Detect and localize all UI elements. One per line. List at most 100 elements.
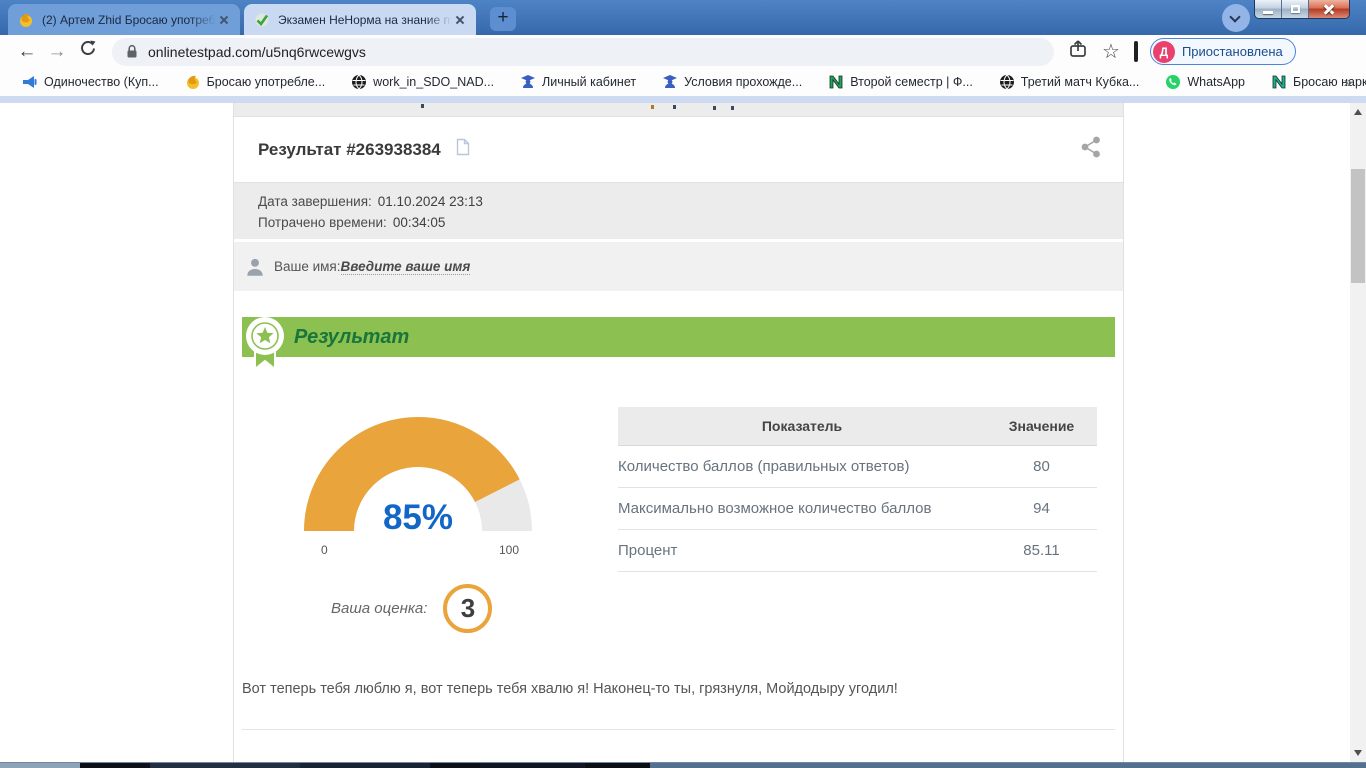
cutoff-page-title bbox=[234, 103, 1123, 117]
tab-messenger[interactable]: (2) Артем Zhid Бросаю употребл bbox=[8, 4, 240, 35]
name-label: Ваше имя: bbox=[274, 259, 341, 274]
minimize-button[interactable] bbox=[1255, 0, 1282, 18]
share-nodes-icon bbox=[1079, 135, 1103, 159]
back-button[interactable]: ← bbox=[12, 41, 42, 63]
reload-icon bbox=[79, 40, 96, 57]
rosette-badge-icon bbox=[243, 313, 287, 373]
completion-date-row: Дата завершения: 01.10.2024 23:13 bbox=[258, 191, 1099, 212]
n-letter-icon bbox=[1271, 74, 1287, 90]
bookmarks-overflow-button[interactable]: » bbox=[1344, 74, 1352, 91]
row-value: 85.11 bbox=[986, 529, 1097, 571]
tab-title: (2) Артем Zhid Бросаю употребл bbox=[42, 13, 216, 27]
info-value: 01.10.2024 23:13 bbox=[378, 194, 483, 209]
time-spent-row: Потрачено времени: 00:34:05 bbox=[258, 212, 1099, 233]
result-body: 85% 0 100 Показатель Значение Количество… bbox=[234, 357, 1123, 572]
n-letter-icon bbox=[828, 74, 844, 90]
scroll-down-icon[interactable] bbox=[1354, 750, 1362, 756]
table-row: Максимально возможное количество баллов … bbox=[618, 487, 1097, 529]
grade-badge: 3 bbox=[443, 584, 492, 633]
lock-icon bbox=[126, 44, 138, 59]
bookmark-item[interactable]: Третий матч Кубка... bbox=[999, 74, 1140, 90]
completion-info: Дата завершения: 01.10.2024 23:13 Потраче… bbox=[234, 182, 1123, 239]
side-panel-icon bbox=[1134, 41, 1138, 62]
browser-toolbar: ← → onlinetestpad.com/u5nq6rwcewgvs ☆ Д … bbox=[0, 35, 1366, 68]
bookmark-item[interactable]: Второй семестр | Ф... bbox=[828, 74, 973, 90]
megaphone-icon bbox=[22, 74, 38, 90]
person-icon bbox=[244, 256, 266, 278]
name-input-placeholder[interactable]: Введите ваше имя bbox=[341, 259, 471, 275]
tab-close-icon[interactable] bbox=[216, 12, 232, 28]
student-icon bbox=[662, 74, 678, 90]
row-value: 80 bbox=[986, 445, 1097, 487]
avatar: Д bbox=[1153, 41, 1175, 63]
gauge-chart: 85% 0 100 bbox=[303, 414, 533, 572]
share-icon bbox=[1068, 39, 1088, 59]
bookmark-star-button[interactable]: ☆ bbox=[1102, 39, 1120, 64]
bookmark-item[interactable]: Одиночество (Куп... bbox=[22, 74, 159, 90]
close-window-button[interactable] bbox=[1309, 0, 1349, 18]
row-label: Максимально возможное количество баллов bbox=[618, 487, 986, 529]
whatsapp-icon bbox=[1165, 74, 1181, 90]
sync-status-label: Приостановлена bbox=[1182, 44, 1283, 59]
info-label: Потрачено времени: bbox=[258, 215, 387, 230]
bookmarks-bar: Одиночество (Куп... Бросаю употребле... … bbox=[0, 68, 1366, 96]
table-row: Количество баллов (правильных ответов) 8… bbox=[618, 445, 1097, 487]
globe-icon bbox=[999, 74, 1015, 90]
window-controls bbox=[1254, 0, 1350, 19]
feedback-text: Вот теперь тебя люблю я, вот теперь тебя… bbox=[242, 681, 1115, 697]
grade-label: Ваша оценка: bbox=[331, 600, 427, 617]
gauge-ticks: 0 100 bbox=[303, 538, 533, 557]
bookmark-item[interactable]: work_in_SDO_NAD... bbox=[351, 74, 494, 90]
bookmark-item[interactable]: Личный кабинет bbox=[520, 74, 636, 90]
chevron-down-icon bbox=[1229, 11, 1240, 22]
scroll-up-icon[interactable] bbox=[1354, 109, 1362, 115]
taskbar-edge bbox=[0, 762, 1366, 768]
reload-button[interactable] bbox=[72, 40, 102, 63]
copy-result-id-button[interactable] bbox=[455, 138, 470, 161]
table-header-row: Показатель Значение bbox=[618, 407, 1097, 445]
result-page: Результат #263938384 Дата завершения: 01.… bbox=[233, 103, 1124, 762]
globe-icon bbox=[351, 74, 367, 90]
tab-search-button[interactable] bbox=[1222, 4, 1250, 32]
banner-title: Результат bbox=[242, 317, 1115, 357]
address-bar[interactable]: onlinetestpad.com/u5nq6rwcewgvs bbox=[112, 38, 1054, 66]
info-label: Дата завершения: bbox=[258, 194, 372, 209]
cutoff-title-fragments bbox=[421, 104, 424, 108]
student-icon bbox=[520, 74, 536, 90]
row-value: 94 bbox=[986, 487, 1097, 529]
browser-titlebar: (2) Артем Zhid Бросаю употребл Экзамен Н… bbox=[0, 0, 1366, 35]
bookmark-item[interactable]: Условия прохожде... bbox=[662, 74, 802, 90]
table-header-value: Значение bbox=[986, 407, 1097, 445]
scrollbar-thumb[interactable] bbox=[1351, 169, 1365, 283]
share-result-button[interactable] bbox=[1079, 135, 1103, 164]
tab-onlinetestpad[interactable]: Экзамен НеНорма на знание пр bbox=[244, 4, 476, 35]
messenger-icon bbox=[185, 74, 201, 90]
page-title: Результат #263938384 bbox=[258, 140, 441, 160]
info-value: 00:34:05 bbox=[393, 215, 446, 230]
tab-title: Экзамен НеНорма на знание пр bbox=[278, 13, 452, 27]
maximize-button[interactable] bbox=[1282, 0, 1309, 18]
bookmark-item[interactable]: WhatsApp bbox=[1165, 74, 1245, 90]
forward-button[interactable]: → bbox=[42, 41, 72, 63]
bookmark-item[interactable]: Бросаю употребле... bbox=[185, 74, 326, 90]
testpad-icon bbox=[254, 12, 270, 28]
table-row: Процент 85.11 bbox=[618, 529, 1097, 571]
profile-chip[interactable]: Д Приостановлена bbox=[1150, 38, 1296, 65]
gauge-min-label: 0 bbox=[321, 543, 328, 557]
page-scrollbar[interactable] bbox=[1350, 103, 1366, 762]
new-tab-button[interactable]: + bbox=[490, 7, 516, 31]
result-header: Результат #263938384 bbox=[234, 117, 1123, 182]
gauge-center-label: 85% bbox=[303, 498, 533, 538]
chrome-bottom-strip bbox=[0, 96, 1366, 103]
tab-close-icon[interactable] bbox=[452, 12, 468, 28]
row-label: Процент bbox=[618, 529, 986, 571]
grade-row: Ваша оценка: 3 bbox=[331, 584, 1123, 633]
share-page-button[interactable] bbox=[1068, 39, 1088, 64]
divider bbox=[242, 729, 1115, 730]
messenger-icon bbox=[18, 12, 34, 28]
score-table: Показатель Значение Количество баллов (п… bbox=[618, 407, 1097, 572]
side-panel-button[interactable] bbox=[1134, 43, 1138, 61]
result-banner: Результат bbox=[242, 317, 1115, 357]
copy-icon bbox=[455, 138, 470, 156]
table-header-indicator: Показатель bbox=[618, 407, 986, 445]
